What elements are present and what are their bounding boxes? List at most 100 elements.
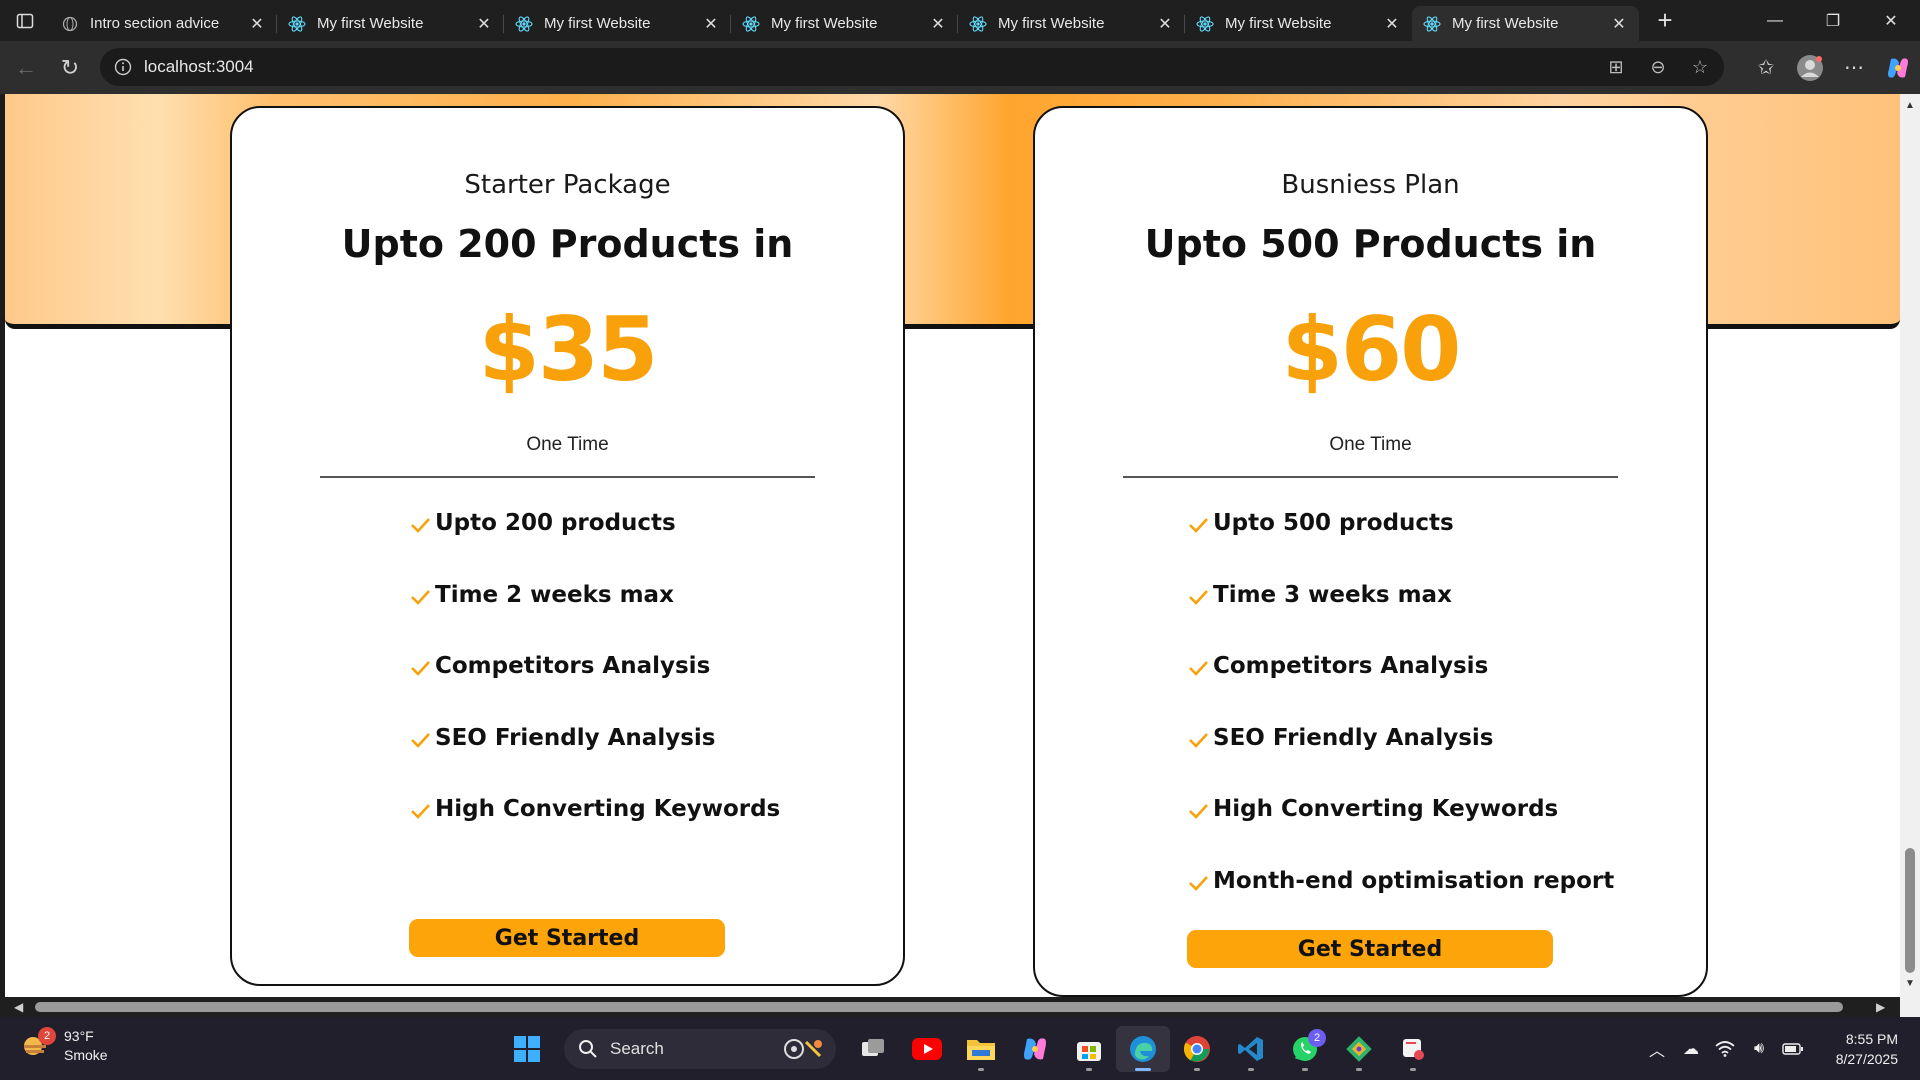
close-icon[interactable]: ✕ xyxy=(701,14,721,34)
react-icon xyxy=(1422,14,1442,34)
wifi-icon[interactable] xyxy=(1708,1029,1742,1069)
weather-condition: Smoke xyxy=(64,1047,108,1063)
sidebar-toggle-icon xyxy=(16,13,34,28)
clock-date: 8/27/2025 xyxy=(1835,1050,1898,1067)
pricing-card-business: Busniess Plan Upto 500 Products in $60 O… xyxy=(1033,106,1708,997)
feature-item: High Converting Keywords xyxy=(1187,796,1614,868)
close-window-button[interactable]: ✕ xyxy=(1862,0,1920,41)
copilot-icon[interactable] xyxy=(1008,1026,1062,1072)
feature-item: Upto 500 products xyxy=(1187,510,1614,582)
check-icon xyxy=(1189,875,1208,891)
info-icon[interactable] xyxy=(114,58,132,76)
close-icon[interactable]: ✕ xyxy=(928,14,948,34)
running-indicator xyxy=(1135,1068,1151,1071)
new-tab-button[interactable]: + xyxy=(1645,1,1685,41)
chrome-icon[interactable] xyxy=(1170,1026,1224,1072)
weather-badge: 2 xyxy=(38,1027,56,1045)
copilot-icon[interactable] xyxy=(1876,41,1920,94)
browser-tab[interactable]: My first Website ✕ xyxy=(1185,6,1412,41)
volume-icon[interactable]: 🔊︎ xyxy=(1742,1029,1776,1069)
taskbar-search[interactable]: Search xyxy=(564,1029,836,1069)
scrollbar-thumb[interactable] xyxy=(35,1002,1843,1012)
browser-tab[interactable]: Intro section advice ✕ xyxy=(50,6,277,41)
check-icon xyxy=(411,589,430,605)
get-started-button[interactable]: Get Started xyxy=(409,919,725,957)
globe-icon xyxy=(60,14,80,34)
store-icon[interactable] xyxy=(1062,1026,1116,1072)
browser-tab[interactable]: My first Website ✕ xyxy=(958,6,1185,41)
vertical-scrollbar[interactable]: ▲ ▼ xyxy=(1900,94,1920,997)
cloud-offline-icon[interactable]: ☁ xyxy=(1674,1029,1708,1069)
check-icon xyxy=(1189,732,1208,748)
snipping-tool-icon[interactable] xyxy=(1386,1026,1440,1072)
check-icon xyxy=(1189,518,1208,533)
settings-menu-button[interactable]: ⋯ xyxy=(1832,41,1876,94)
chevron-up-icon[interactable]: ︿ xyxy=(1640,1029,1674,1069)
scrollbar-thumb[interactable] xyxy=(1905,848,1915,973)
weather-widget[interactable]: 2 93°F Smoke xyxy=(20,1027,108,1065)
react-icon xyxy=(1195,14,1215,34)
youtube-icon[interactable] xyxy=(900,1026,954,1072)
browser-tab[interactable]: My first Website ✕ xyxy=(277,6,504,41)
whatsapp-icon[interactable]: 2 xyxy=(1278,1026,1332,1072)
system-tray: ︿ ☁ 🔊︎ 8:55 PM 8/27/2025 xyxy=(1640,1017,1920,1080)
scroll-left-arrow-icon[interactable]: ◀ xyxy=(14,1000,23,1014)
feature-item: High Converting Keywords xyxy=(409,796,780,868)
favorites-button[interactable]: ✩ xyxy=(1744,41,1788,94)
task-view-icon[interactable] xyxy=(846,1026,900,1072)
weather-icon: 2 xyxy=(20,1027,56,1061)
start-button[interactable] xyxy=(500,1026,554,1072)
browser-tab-active[interactable]: My first Website ✕ xyxy=(1412,6,1639,41)
weather-temperature: 93°F xyxy=(64,1028,94,1044)
billing-period: One Time xyxy=(1329,434,1412,455)
feature-text: Competitors Analysis xyxy=(1213,653,1489,679)
close-icon[interactable]: ✕ xyxy=(1155,14,1175,34)
feature-text: Upto 200 products xyxy=(435,510,676,536)
scroll-down-arrow-icon[interactable]: ▼ xyxy=(1904,978,1916,990)
edge-icon[interactable] xyxy=(1116,1026,1170,1072)
file-explorer-icon[interactable] xyxy=(954,1026,1008,1072)
feature-text: SEO Friendly Analysis xyxy=(1213,724,1494,751)
profile-avatar[interactable] xyxy=(1788,41,1832,94)
scroll-up-arrow-icon[interactable]: ▲ xyxy=(1904,100,1916,112)
close-icon[interactable]: ✕ xyxy=(247,14,267,34)
address-bar[interactable]: localhost:3004 ⊞ ⊖ ☆ xyxy=(100,48,1724,86)
back-button[interactable]: ← xyxy=(4,48,48,88)
react-icon xyxy=(741,14,761,34)
feature-item: Competitors Analysis xyxy=(1187,653,1614,725)
close-icon[interactable]: ✕ xyxy=(474,14,494,34)
package-headline: Upto 200 Products in xyxy=(341,222,794,266)
scrollbar-corner xyxy=(1900,997,1920,1017)
more-tools-icon[interactable]: ⊖ xyxy=(1644,53,1672,81)
close-icon[interactable]: ✕ xyxy=(1609,14,1629,34)
check-icon xyxy=(1189,661,1208,676)
close-icon[interactable]: ✕ xyxy=(1382,14,1402,34)
check-icon xyxy=(411,518,430,533)
tab-title: Intro section advice xyxy=(90,15,220,32)
browser-tab[interactable]: My first Website ✕ xyxy=(731,6,958,41)
app-available-icon[interactable]: ⊞ xyxy=(1602,53,1630,81)
feature-text: Upto 500 products xyxy=(1213,510,1454,536)
restore-button[interactable]: ❐ xyxy=(1804,0,1862,41)
check-icon xyxy=(411,732,430,748)
get-started-button[interactable]: Get Started xyxy=(1187,930,1553,968)
tab-title: My first Website xyxy=(1452,15,1559,32)
vscode-icon[interactable] xyxy=(1224,1026,1278,1072)
browser-tab[interactable]: My first Website ✕ xyxy=(504,6,731,41)
feature-item: SEO Friendly Analysis xyxy=(409,725,780,797)
favorite-star-icon[interactable]: ☆ xyxy=(1686,53,1714,81)
feature-text: High Converting Keywords xyxy=(1213,796,1559,822)
tab-title: My first Website xyxy=(771,15,878,32)
battery-icon[interactable] xyxy=(1776,1029,1810,1069)
horizontal-scrollbar[interactable]: ◀ ▶ xyxy=(0,997,1900,1017)
refresh-button[interactable]: ↻ xyxy=(48,48,92,88)
scroll-right-arrow-icon[interactable]: ▶ xyxy=(1876,1000,1885,1014)
check-icon xyxy=(411,804,430,819)
clock[interactable]: 8:55 PM 8/27/2025 xyxy=(1810,1029,1920,1069)
minimize-button[interactable]: — xyxy=(1746,0,1804,41)
running-indicator xyxy=(1302,1068,1308,1071)
git-icon[interactable] xyxy=(1332,1026,1386,1072)
tab-title: My first Website xyxy=(1225,15,1332,32)
feature-item: Competitors Analysis xyxy=(409,653,780,725)
tab-actions-button[interactable] xyxy=(0,0,50,41)
